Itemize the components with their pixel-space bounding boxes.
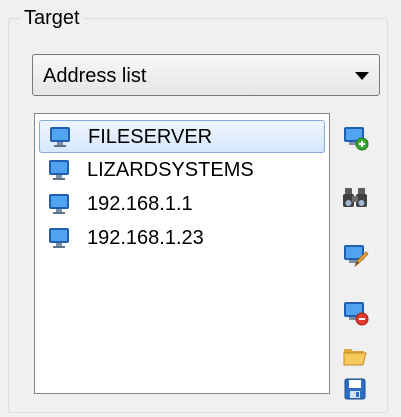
dropdown-selected-value: Address list [43,65,147,87]
computer-icon [49,160,69,180]
computer-icon [49,228,69,248]
target-type-dropdown[interactable]: Address list [32,54,380,96]
find-computer-button[interactable] [341,183,369,211]
computer-icon [50,127,70,147]
add-computer-icon [344,127,369,151]
list-item[interactable]: 192.168.1.23 [39,222,325,255]
save-file-button[interactable] [341,375,369,403]
open-file-button[interactable] [341,342,369,370]
list-item-label: 192.168.1.23 [87,227,204,249]
list-item[interactable]: LIZARDSYSTEMS [39,154,325,187]
address-listbox[interactable]: FILESERVER LIZARDSYSTEMS 192.168.1.1 192… [34,113,330,394]
list-item-label: 192.168.1.1 [87,193,193,215]
edit-computer-button[interactable] [341,242,369,270]
computer-icon [49,194,69,214]
save-disk-icon [344,378,366,400]
list-item[interactable]: 192.168.1.1 [39,188,325,221]
edit-computer-icon [344,245,369,268]
group-title: Target [20,8,84,28]
binoculars-icon [343,188,367,207]
add-computer-button[interactable] [341,124,369,152]
list-item-label: FILESERVER [88,126,213,148]
chevron-down-icon[interactable] [355,72,369,80]
remove-computer-icon [344,302,369,326]
list-item-label: LIZARDSYSTEMS [87,159,254,181]
open-folder-icon [343,349,367,366]
list-item[interactable]: FILESERVER [39,120,325,153]
remove-computer-button[interactable] [341,299,369,327]
